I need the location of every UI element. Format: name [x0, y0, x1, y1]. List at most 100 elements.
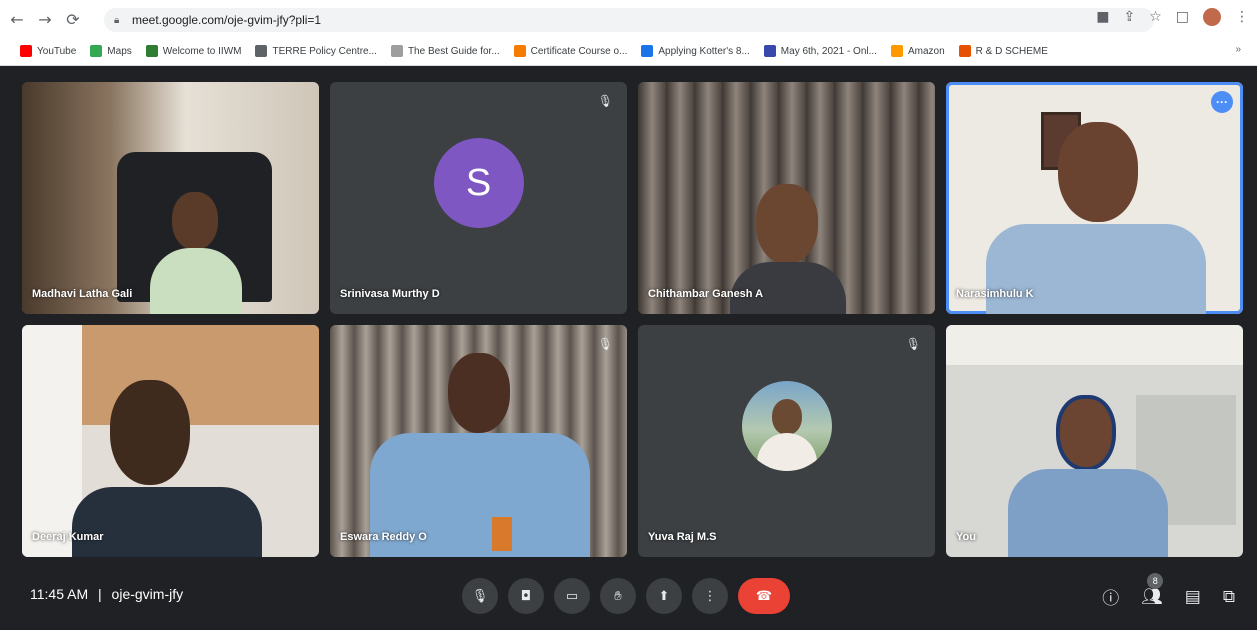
participant-tile[interactable]: 🎙︎ S Srinivasa Murthy D	[330, 82, 627, 314]
participant-name: Madhavi Latha Gali	[32, 288, 133, 300]
bookmark-item[interactable]: The Best Guide for...	[390, 45, 500, 57]
back-icon[interactable]: ←	[6, 8, 28, 30]
bookmark-item[interactable]: May 6th, 2021 - Onl...	[763, 45, 877, 57]
more-options-icon[interactable]: ···	[1211, 91, 1233, 113]
menu-kebab-icon[interactable]: ⋮	[1235, 9, 1249, 25]
person-body	[1008, 469, 1168, 557]
bookmark-item[interactable]: Amazon	[890, 45, 945, 57]
bookmark-label: May 6th, 2021 - Onl...	[780, 45, 877, 57]
meeting-info: 11:45 AM | oje-gvim-jfy	[30, 586, 183, 602]
participant-name: Srinivasa Murthy D	[340, 288, 440, 300]
meeting-toolbar: 11:45 AM | oje-gvim-jfy 🎙︎ ◘ ▭ ✋︎ ⬆ ⋮ ☎︎…	[0, 564, 1257, 630]
participant-name: Narasimhulu K	[956, 288, 1034, 300]
person-head	[1056, 395, 1116, 471]
meeting-code: oje-gvim-jfy	[111, 586, 184, 602]
bookmark-label: R & D SCHEME	[975, 45, 1048, 57]
bookmark-item[interactable]: Certificate Course o...	[513, 45, 628, 57]
muted-mic-icon: 🎙︎	[597, 337, 613, 351]
bookmark-label: Certificate Course o...	[530, 45, 628, 57]
bookmark-star-icon[interactable]: ☆	[1149, 9, 1162, 25]
bookmark-label: YouTube	[37, 45, 77, 57]
reload-icon[interactable]: ⟳	[62, 8, 84, 30]
participant-name: Chithambar Ganesh A	[648, 288, 764, 300]
meeting-time: 11:45 AM	[30, 586, 89, 602]
bookmark-icon	[958, 45, 971, 57]
person-head	[1058, 122, 1138, 222]
person-body	[986, 224, 1206, 314]
video-grid: Madhavi Latha Gali 🎙︎ S Srinivasa Murthy…	[0, 66, 1257, 564]
person-body	[72, 487, 262, 557]
lock-icon: 🔒︎	[114, 15, 120, 26]
avatar-body	[756, 433, 817, 471]
camera-indicator-icon[interactable]: ■	[1096, 9, 1109, 25]
bookmark-item[interactable]: Maps	[90, 45, 132, 57]
meeting-details-icon[interactable]: ⓘ	[1102, 584, 1119, 609]
person-head	[110, 380, 190, 485]
ceiling-shape	[946, 325, 1243, 365]
bookmarks-bar: YouTube Maps Welcome to IIWM TERRE Policy C…	[0, 40, 1257, 62]
person-body	[150, 248, 242, 314]
bookmark-item[interactable]: Welcome to IIWM	[145, 45, 242, 57]
captions-icon[interactable]: ▭	[554, 578, 590, 614]
participant-tile[interactable]: Chithambar Ganesh A	[638, 82, 935, 314]
address-bar[interactable]: 🔒︎ meet.google.com/oje-gvim-jfy?pli=1	[104, 8, 1154, 32]
share-icon[interactable]: ⇪	[1123, 9, 1135, 25]
bookmark-label: TERRE Policy Centre...	[272, 45, 377, 57]
end-call-button[interactable]: ☎︎	[738, 578, 790, 614]
participant-tile[interactable]: Deeraj Kumar	[22, 325, 319, 557]
bookmark-icon	[513, 45, 526, 57]
participant-tile[interactable]: Madhavi Latha Gali	[22, 82, 319, 314]
camera-icon[interactable]: ◘	[508, 578, 544, 614]
participant-name: Deeraj Kumar	[32, 531, 104, 543]
bookmark-icon	[255, 45, 268, 57]
participant-tile[interactable]: 🎙︎ Yuva Raj M.S	[638, 325, 935, 557]
bookmark-label: Maps	[107, 45, 132, 57]
raise-hand-icon[interactable]: ✋︎	[600, 578, 636, 614]
bookmark-label: The Best Guide for...	[407, 45, 500, 57]
muted-mic-icon: 🎙︎	[597, 94, 613, 108]
bookmark-icon	[145, 45, 158, 57]
forward-icon[interactable]: →	[34, 8, 56, 30]
bookmark-item[interactable]: R & D SCHEME	[958, 45, 1048, 57]
participant-name: Yuva Raj M.S	[648, 531, 717, 543]
bookmark-item[interactable]: YouTube	[20, 45, 76, 57]
people-icon[interactable]: 👥︎ 8	[1141, 572, 1164, 607]
bookmark-icon	[390, 45, 403, 57]
participant-initial-avatar: S	[433, 138, 524, 228]
bookmark-icon	[90, 45, 103, 57]
bookmark-label: Amazon	[907, 45, 945, 57]
bookmark-item[interactable]: TERRE Policy Centre...	[255, 45, 377, 57]
more-options-icon[interactable]: ⋮	[692, 578, 728, 614]
bookmark-label: Welcome to IIWM	[162, 45, 242, 57]
side-controls: ⓘ 👥︎ 8 ▤ ⧉	[1102, 572, 1235, 609]
call-controls: 🎙︎ ◘ ▭ ✋︎ ⬆ ⋮ ☎︎	[462, 578, 790, 614]
bookmark-label: Applying Kotter's 8...	[658, 45, 750, 57]
url-text: meet.google.com/oje-gvim-jfy?pli=1	[132, 13, 322, 27]
side-panel-icon[interactable]: □	[1176, 9, 1189, 25]
person-head	[448, 353, 510, 433]
activities-icon[interactable]: ⧉	[1223, 587, 1235, 607]
participant-tile[interactable]: 🎙︎ Eswara Reddy O	[330, 325, 627, 557]
person-head	[756, 184, 818, 264]
address-row: ← → ⟳ 🔒︎ meet.google.com/oje-gvim-jfy?pl…	[0, 0, 1257, 38]
participant-tile[interactable]: You	[946, 325, 1243, 557]
bookmark-icon	[20, 45, 32, 57]
more-bookmarks-icon[interactable]: »	[1235, 44, 1241, 55]
chat-icon[interactable]: ▤	[1185, 587, 1201, 607]
microphone-icon[interactable]: 🎙︎	[462, 578, 498, 614]
participant-name: Eswara Reddy O	[340, 531, 427, 543]
participant-tile[interactable]: ··· Narasimhulu K	[946, 82, 1243, 314]
people-count-badge: 8	[1147, 572, 1164, 589]
participant-name: You	[956, 531, 976, 543]
present-screen-icon[interactable]: ⬆	[646, 578, 682, 614]
browser-chrome: ← → ⟳ 🔒︎ meet.google.com/oje-gvim-jfy?pl…	[0, 0, 1257, 66]
meeting-separator: |	[98, 586, 102, 602]
id-card	[492, 517, 512, 551]
browser-actions: ■ ⇪ ☆ □ ⋮	[1096, 8, 1249, 26]
avatar-head	[771, 399, 802, 435]
profile-avatar[interactable]	[1203, 8, 1221, 26]
bookmark-item[interactable]: Applying Kotter's 8...	[641, 45, 750, 57]
bookmark-icon	[641, 45, 654, 57]
muted-mic-icon: 🎙︎	[905, 337, 921, 351]
bookmark-icon	[763, 45, 776, 57]
